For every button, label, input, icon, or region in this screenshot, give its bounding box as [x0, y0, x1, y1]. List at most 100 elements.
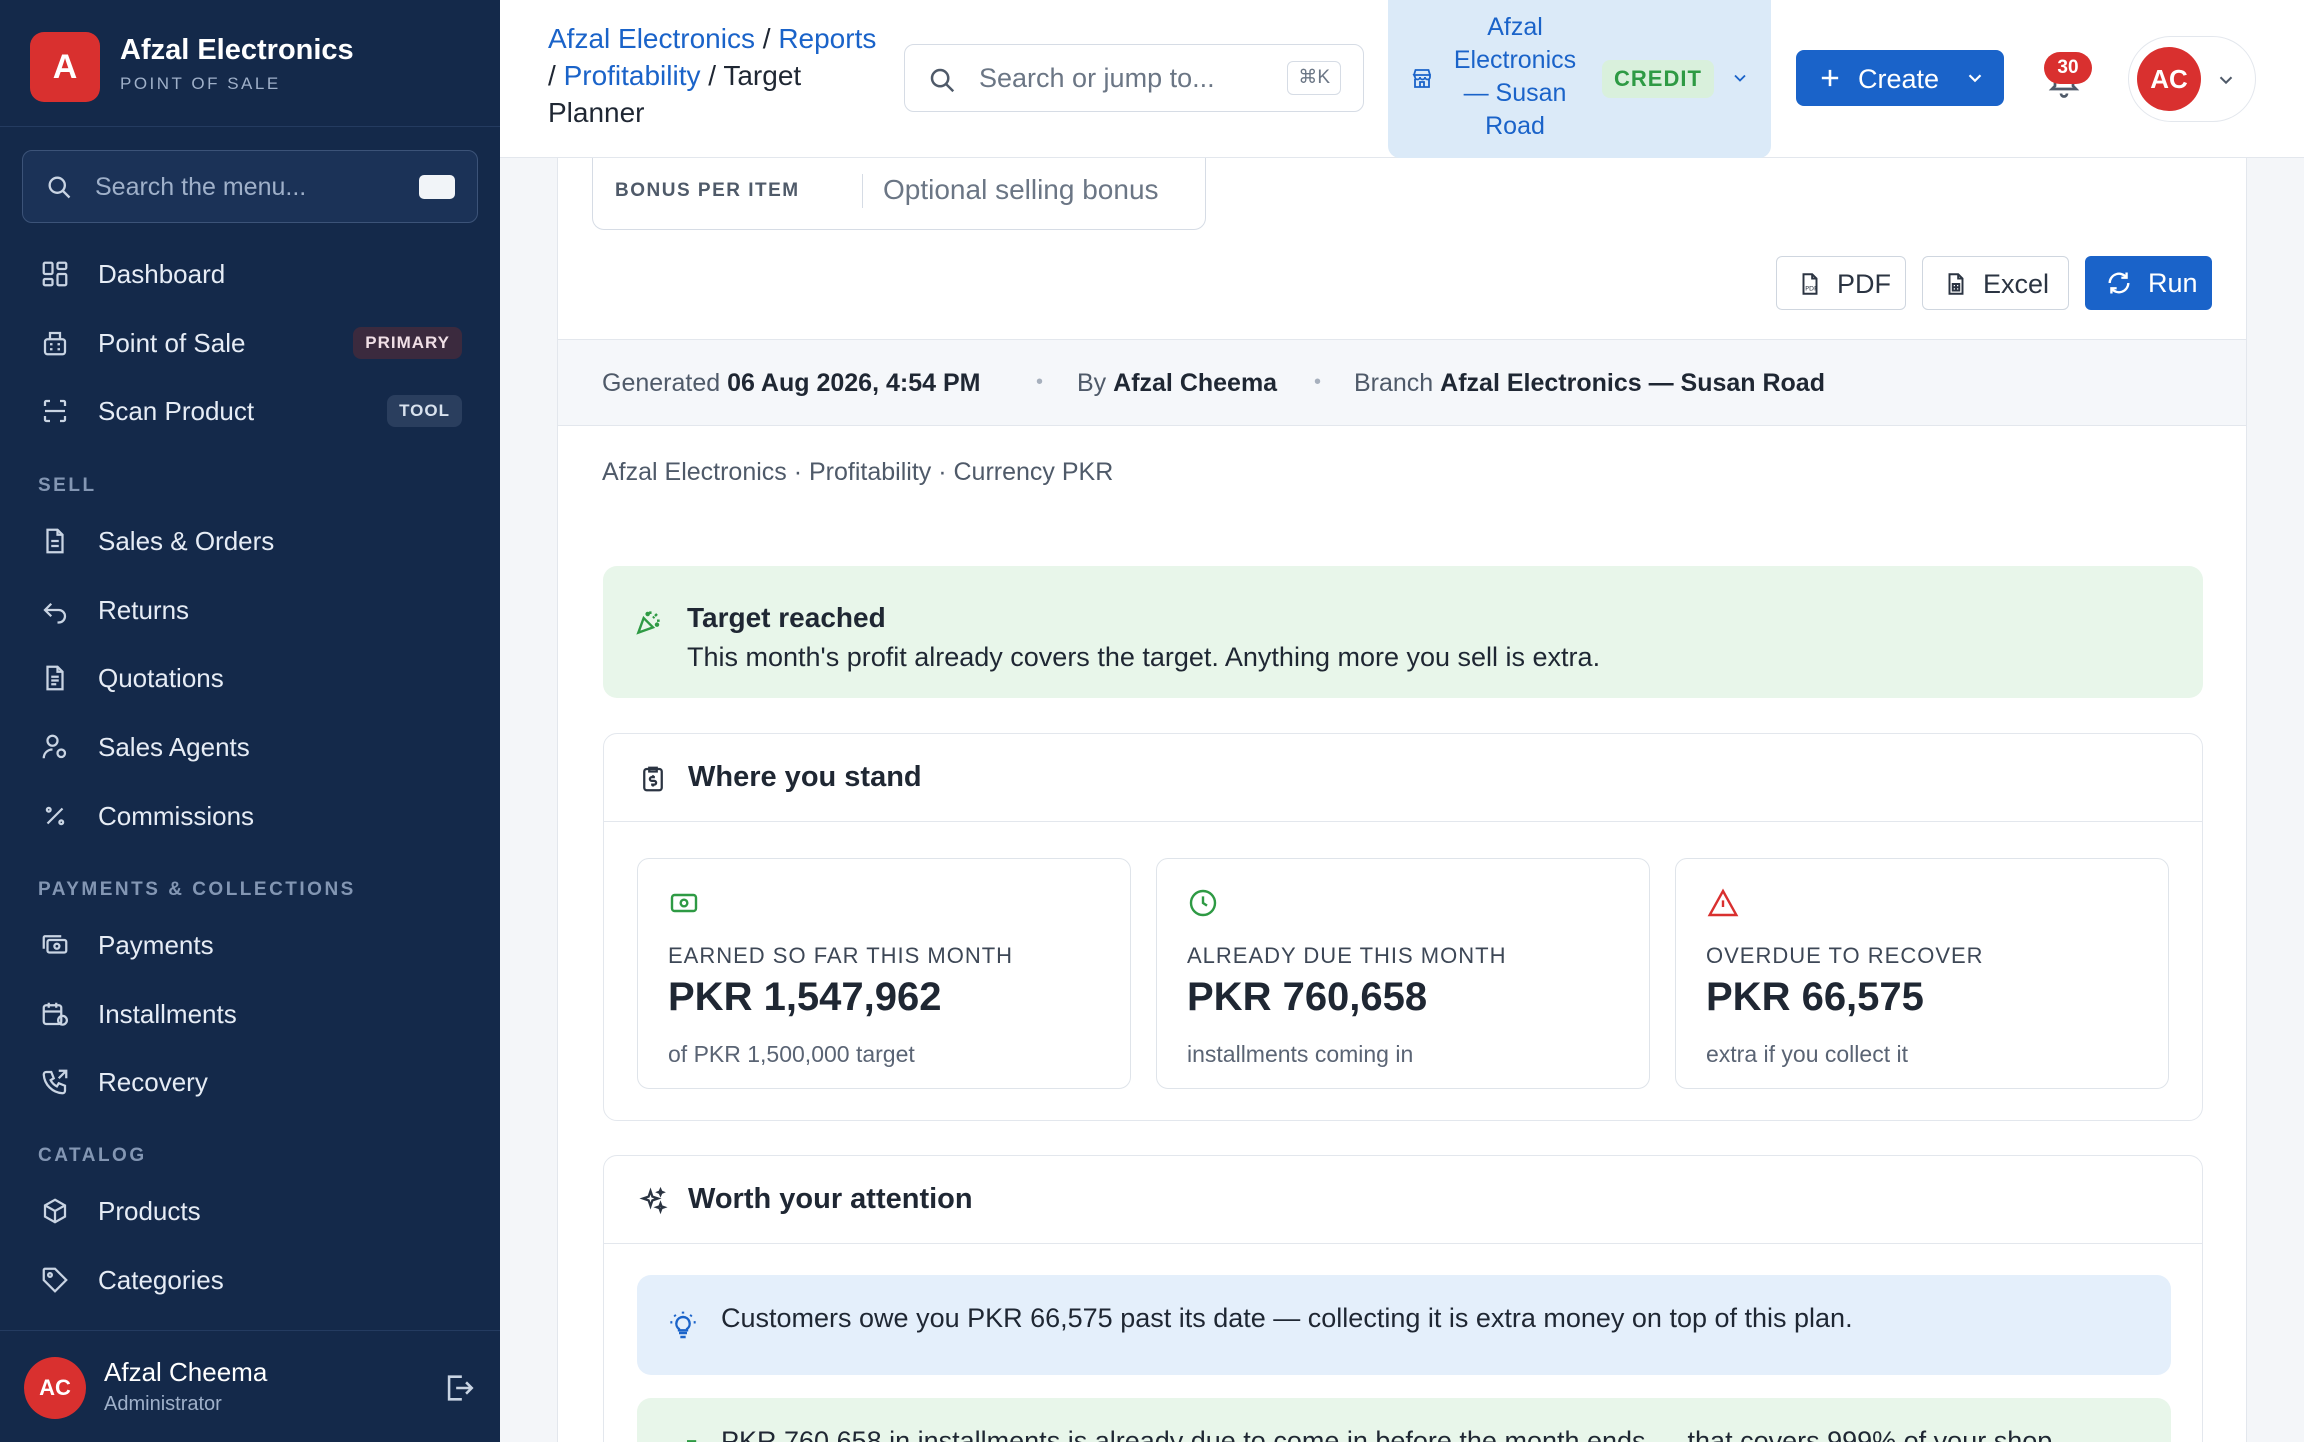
- sidebar-user: AC Afzal Cheema Administrator: [0, 1330, 500, 1442]
- sidebar-item-label: Products: [98, 1196, 201, 1226]
- store-icon: [1412, 69, 1431, 88]
- pdf-button[interactable]: PDF PDF: [1776, 256, 1906, 310]
- lightbulb-icon: [670, 1311, 696, 1339]
- bonus-per-item-input[interactable]: BONUS PER ITEM Optional selling bonus: [592, 158, 1206, 230]
- sidebar-item-label: Commissions: [98, 801, 255, 831]
- stat-overdue: OVERDUE TO RECOVER PKR 66,575 extra if y…: [1675, 858, 2169, 1089]
- author-meta: By Afzal Cheema: [1077, 369, 1278, 397]
- sidebar-item-label: Returns: [98, 595, 190, 625]
- svg-text:PDF: PDF: [1805, 285, 1818, 293]
- stat-subtext: extra if you collect it: [1706, 1041, 1908, 1067]
- document-icon: [46, 665, 64, 691]
- global-search-input[interactable]: Search or jump to... ⌘K: [904, 44, 1364, 112]
- chevron-down-icon: [1734, 74, 1746, 82]
- stat-caption: ALREADY DUE THIS MONTH: [1187, 943, 1507, 968]
- create-label: Create: [1858, 64, 1940, 94]
- stat-caption: OVERDUE TO RECOVER: [1706, 943, 1984, 968]
- target-reached-alert: Target reached This month's profit alrea…: [603, 566, 2203, 698]
- sidebar: A Afzal Electronics POINT OF SALE Search…: [0, 0, 500, 1442]
- plus-icon: [1821, 69, 1839, 87]
- refresh-icon: [2108, 272, 2130, 294]
- phone-icon: [42, 1069, 68, 1095]
- create-button[interactable]: Create: [1796, 50, 2004, 106]
- breadcrumb-link-reports[interactable]: Reports: [778, 23, 876, 54]
- avatar: AC: [24, 1357, 86, 1419]
- sidebar-item-label: Sales & Orders: [98, 526, 275, 556]
- sidebar-item-label: Categories: [98, 1265, 224, 1295]
- excel-button[interactable]: Excel: [1922, 256, 2069, 310]
- sidebar-item-label: Dashboard: [98, 259, 226, 289]
- menu-search-shortcut: [419, 175, 455, 199]
- meta-separator: •: [1314, 371, 1322, 393]
- field-divider: [862, 174, 863, 208]
- logout-icon[interactable]: [442, 1371, 476, 1405]
- meta-separator: •: [1036, 371, 1044, 393]
- breadcrumb-link-company[interactable]: Afzal Electronics: [548, 23, 755, 54]
- breadcrumb-link-profitability[interactable]: Profitability: [564, 60, 701, 91]
- stat-due: ALREADY DUE THIS MONTH PKR 760,658 insta…: [1156, 858, 1650, 1089]
- sidebar-item-commissions[interactable]: Commissions: [0, 786, 500, 846]
- run-label: Run: [2148, 268, 2198, 298]
- generated-meta: Generated 06 Aug 2026, 4:54 PM: [602, 369, 981, 397]
- clipboard-dollar-icon: [643, 766, 663, 792]
- tip-text: Customers owe you PKR 66,575 past its da…: [721, 1303, 1853, 1333]
- stat-value: PKR 760,658: [1187, 975, 1428, 1019]
- cash-icon: [42, 935, 68, 954]
- card-title: Worth your attention: [688, 1183, 973, 1215]
- sidebar-item-quotations[interactable]: Quotations: [0, 648, 500, 708]
- user-name: Afzal Cheema: [104, 1357, 268, 1387]
- alert-title: Target reached: [687, 602, 886, 633]
- card-header: Where you stand: [604, 734, 2202, 822]
- menu-search-input[interactable]: Search the menu...: [22, 150, 478, 223]
- sidebar-item-scan-product[interactable]: Scan Product TOOL: [0, 381, 500, 441]
- calendar-icon: [42, 1002, 68, 1026]
- return-arrow-icon: [43, 602, 67, 624]
- sidebar-item-label: Quotations: [98, 663, 224, 693]
- sidebar-item-label: Scan Product: [98, 396, 255, 426]
- notification-count-badge: 30: [2044, 52, 2092, 84]
- percent-icon: [45, 806, 65, 826]
- file-invoice-icon: [46, 528, 64, 554]
- sidebar-item-returns[interactable]: Returns: [0, 580, 500, 640]
- pdf-label: PDF: [1837, 269, 1891, 299]
- sidebar-item-categories[interactable]: Categories: [0, 1250, 500, 1310]
- report-context: Afzal Electronics · Profitability · Curr…: [602, 458, 1114, 486]
- user-agent-icon: [42, 734, 67, 759]
- stat-value: PKR 66,575: [1706, 975, 1924, 1019]
- sidebar-item-label: Installments: [98, 999, 237, 1029]
- dashboard-icon: [42, 261, 68, 287]
- sidebar-item-installments[interactable]: Installments: [0, 984, 500, 1044]
- report-meta-bar: Generated 06 Aug 2026, 4:54 PM • By Afza…: [558, 339, 2246, 426]
- user-menu[interactable]: AC: [2128, 36, 2256, 122]
- sidebar-item-dashboard[interactable]: Dashboard: [0, 244, 500, 304]
- sidebar-item-sales-orders[interactable]: Sales & Orders: [0, 511, 500, 571]
- sidebar-item-sales-agents[interactable]: Sales Agents: [0, 717, 500, 777]
- attention-tip: PKR 760,658 in installments is already d…: [637, 1398, 2171, 1442]
- sidebar-item-recovery[interactable]: Recovery: [0, 1052, 500, 1112]
- primary-badge: PRIMARY: [353, 327, 462, 359]
- run-button[interactable]: Run: [2085, 256, 2212, 310]
- card-title: Where you stand: [688, 761, 922, 793]
- sidebar-item-label: Sales Agents: [98, 732, 250, 762]
- menu-search-placeholder: Search the menu...: [95, 173, 307, 201]
- pdf-file-icon: PDF: [1802, 273, 1818, 295]
- avatar: AC: [2137, 47, 2201, 111]
- search-shortcut: ⌘K: [1287, 61, 1341, 95]
- brand[interactable]: A Afzal Electronics POINT OF SALE: [0, 0, 500, 127]
- stat-value: PKR 1,547,962: [668, 975, 942, 1019]
- global-search-placeholder: Search or jump to...: [979, 63, 1215, 93]
- brand-subtitle: POINT OF SALE: [120, 74, 281, 93]
- clock-icon: [1189, 889, 1217, 917]
- branch-name: Afzal Electronics — Susan Road: [1453, 13, 1577, 140]
- card-header: Worth your attention: [604, 1156, 2202, 1244]
- register-icon: [43, 331, 67, 356]
- stat-caption: EARNED SO FAR THIS MONTH: [668, 943, 1014, 968]
- sidebar-item-point-of-sale[interactable]: Point of Sale PRIMARY: [0, 313, 500, 373]
- box-icon: [43, 1198, 67, 1224]
- branch-selector[interactable]: Afzal Electronics — Susan Road CREDIT: [1388, 0, 1771, 158]
- sidebar-item-payments[interactable]: Payments: [0, 915, 500, 975]
- stat-earned: EARNED SO FAR THIS MONTH PKR 1,547,962 o…: [637, 858, 1131, 1089]
- attention-tip: Customers owe you PKR 66,575 past its da…: [637, 1275, 2171, 1375]
- sidebar-item-products[interactable]: Products: [0, 1181, 500, 1241]
- bonus-placeholder: Optional selling bonus: [883, 174, 1159, 205]
